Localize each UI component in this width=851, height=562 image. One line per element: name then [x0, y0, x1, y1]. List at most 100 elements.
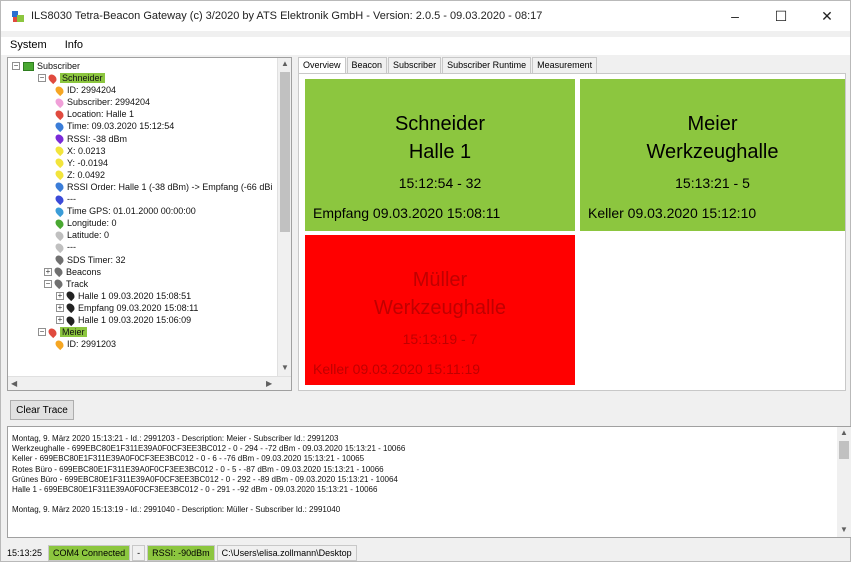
tree-node[interactable]: Z: 0.0492 — [53, 169, 105, 181]
tree-node[interactable]: ID: 2994204 — [53, 84, 116, 96]
overview-panel: Schneider Halle 1 15:12:54 - 32 Empfang … — [298, 73, 846, 391]
tree-node[interactable]: X: 0.0213 — [53, 144, 106, 157]
subscriber-tile[interactable]: Schneider Halle 1 15:12:54 - 32 Empfang … — [305, 79, 575, 231]
menu-system[interactable]: System — [1, 37, 56, 55]
expand-icon[interactable]: + — [56, 316, 64, 324]
tree-node-label: Empfang 09.03.2020 15:08:11 — [78, 302, 199, 313]
tree-node[interactable]: Subscriber: 2994204 — [53, 96, 150, 108]
scroll-left-icon[interactable]: ◀ — [11, 379, 17, 388]
expand-icon[interactable]: + — [56, 303, 64, 312]
scroll-up-icon[interactable]: ▲ — [840, 428, 848, 437]
tree-node[interactable]: + Beacons — [44, 265, 101, 278]
tree-vertical-scrollbar[interactable]: ▲ ▼ — [277, 58, 291, 376]
title-bar: ILS8030 Tetra-Beacon Gateway (c) 3/2020 … — [1, 1, 850, 31]
tree-node[interactable]: − Track — [44, 278, 88, 290]
close-button[interactable]: ✕ — [804, 1, 850, 31]
tree-node-label: RSSI Order: Halle 1 (-38 dBm) -> Empfang… — [67, 181, 273, 192]
location-pin-icon — [53, 120, 66, 133]
tree-node[interactable]: Y: -0.0194 — [53, 157, 109, 169]
status-port: COM4 Connected — [48, 544, 131, 561]
tree-node-label: ID: 2991203 — [67, 339, 117, 350]
collapse-icon[interactable]: − — [12, 62, 20, 70]
collapse-icon[interactable]: − — [44, 279, 52, 288]
tab-beacon[interactable]: Beacon — [346, 57, 388, 73]
tree-node[interactable]: ID: 2991203 — [53, 338, 117, 350]
location-pin-icon — [53, 157, 66, 169]
clear-trace-button[interactable]: Clear Trace — [10, 400, 74, 420]
minimize-button[interactable]: – — [712, 1, 758, 31]
tree-node-label: X: 0.0213 — [67, 145, 106, 156]
expand-icon[interactable]: + — [44, 267, 52, 276]
tree-node[interactable]: Time GPS: 01.01.2000 00:00:00 — [53, 205, 196, 217]
app-window: ILS8030 Tetra-Beacon Gateway (c) 3/2020 … — [0, 0, 851, 562]
subscriber-tile[interactable]: Meier Werkzeughalle 15:13:21 - 5 Keller … — [580, 79, 845, 231]
location-pin-icon — [53, 108, 66, 120]
tab-overview[interactable]: Overview — [298, 57, 346, 73]
subscriber-tile[interactable]: Müller Werkzeughalle 15:13:19 - 7 Keller… — [305, 235, 575, 385]
tree-node-label: Halle 1 09.03.2020 15:08:51 — [78, 290, 192, 301]
tree-node-label: Location: Halle 1 — [67, 109, 135, 120]
tab-subscriber[interactable]: Subscriber — [388, 57, 442, 73]
log-line: Grünes Büro - 699EBC80E1F311E39A0F0CF3EE… — [12, 474, 398, 484]
tree-node[interactable]: RSSI Order: Halle 1 (-38 dBm) -> Empfang… — [53, 181, 273, 193]
tree-node[interactable]: Time: 09.03.2020 15:12:54 — [53, 120, 174, 133]
location-pin-icon — [64, 314, 77, 326]
scroll-thumb[interactable] — [280, 72, 290, 232]
tab-strip: Overview Beacon Subscriber Subscriber Ru… — [298, 57, 598, 73]
tree-node[interactable]: --- — [53, 241, 76, 254]
tree-node-label: --- — [67, 194, 76, 204]
tree-node[interactable]: + Empfang 09.03.2020 15:08:11 — [56, 302, 198, 314]
tree-node[interactable]: Location: Halle 1 — [53, 108, 135, 120]
tree-node[interactable]: + Halle 1 09.03.2020 15:06:09 — [56, 314, 191, 326]
tile-name: Meier — [687, 113, 738, 135]
tree-horizontal-scrollbar[interactable]: ◀ ▶ — [8, 376, 291, 390]
tree-node[interactable]: − Schneider — [38, 72, 105, 84]
tree-root[interactable]: − Subscriber — [12, 60, 80, 72]
folder-icon — [23, 61, 34, 71]
collapse-icon[interactable]: − — [38, 74, 46, 82]
tree-node[interactable]: --- — [53, 193, 76, 205]
tree-node[interactable]: − Meier — [38, 326, 87, 338]
log-line: Rotes Büro - 699EBC80E1F311E39A0F0CF3EE3… — [12, 464, 384, 474]
maximize-button[interactable]: ☐ — [758, 1, 804, 31]
tree-node[interactable]: Latitude: 0 — [53, 229, 109, 241]
tree-node[interactable]: Longitude: 0 — [53, 217, 117, 229]
scroll-thumb[interactable] — [839, 441, 849, 459]
log-line: Keller - 699EBC80E1F311E39A0F0CF3EE3BC01… — [12, 454, 365, 464]
menu-info[interactable]: Info — [56, 37, 92, 55]
scroll-right-icon[interactable]: ▶ — [266, 379, 272, 388]
location-pin-icon — [53, 169, 66, 181]
tile-name: Müller — [412, 269, 468, 291]
collapse-icon[interactable]: − — [38, 328, 46, 337]
expand-icon[interactable]: + — [56, 291, 64, 300]
scroll-down-icon[interactable]: ▼ — [281, 363, 289, 372]
location-pin-icon — [53, 253, 66, 266]
scroll-up-icon[interactable]: ▲ — [281, 59, 289, 68]
tree-node-label: Meier — [60, 327, 87, 338]
tree-node[interactable]: SDS Timer: 32 — [53, 253, 126, 266]
tree-node[interactable]: RSSI: -38 dBm — [53, 132, 127, 145]
log-line: Halle 1 - 699EBC80E1F311E39A0F0CF3EE3BC0… — [12, 484, 378, 494]
tree-node-label: --- — [67, 242, 76, 253]
tree-node-label: Schneider — [60, 73, 105, 83]
tree-node-label: Y: -0.0194 — [67, 157, 109, 168]
tab-measurement[interactable]: Measurement — [532, 57, 598, 73]
tile-location: Werkzeughalle — [646, 141, 779, 163]
log-line: Montag, 9. März 2020 15:13:21 - Id.: 299… — [12, 434, 339, 443]
location-pin-icon — [64, 290, 77, 302]
tree-node[interactable]: + Halle 1 09.03.2020 15:08:51 — [56, 290, 191, 302]
tree-node-label: Halle 1 09.03.2020 15:06:09 — [78, 315, 192, 325]
menu-bar: System Info — [1, 37, 850, 55]
tab-subscriber-runtime[interactable]: Subscriber Runtime — [442, 57, 532, 73]
status-path: C:\Users\elisa.zollmann\Desktop — [216, 544, 357, 561]
tree-node-label: Time GPS: 01.01.2000 00:00:00 — [67, 206, 196, 217]
log-vertical-scrollbar[interactable]: ▲ ▼ — [837, 427, 851, 537]
subscriber-tree[interactable]: − Subscriber − Schneider ID: 2994204 Subscr… — [7, 57, 292, 391]
scroll-down-icon[interactable]: ▼ — [840, 525, 848, 534]
app-icon — [11, 9, 25, 23]
window-title: ILS8030 Tetra-Beacon Gateway (c) 3/2020 … — [31, 10, 543, 22]
tile-time: 15:13:19 - 7 — [402, 331, 478, 347]
location-pin-icon — [53, 205, 66, 217]
status-time: 15:13:25 — [7, 547, 43, 558]
trace-log[interactable]: Montag, 9. März 2020 15:13:21 - Id.: 299… — [7, 426, 851, 538]
